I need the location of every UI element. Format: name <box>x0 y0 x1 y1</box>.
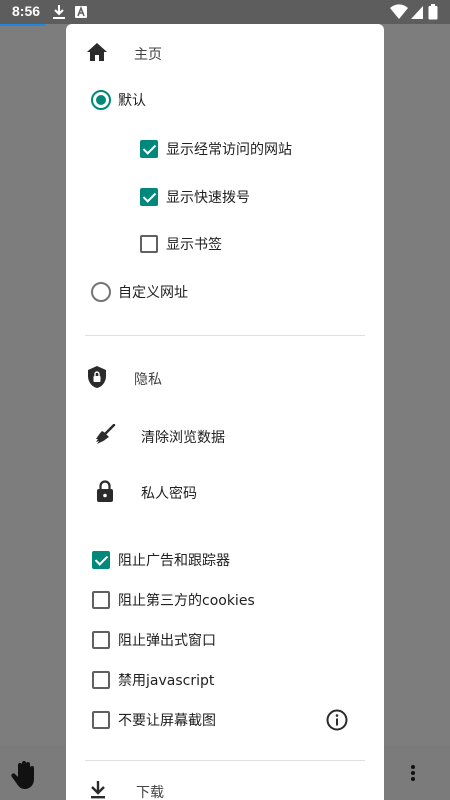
battery-icon <box>428 4 438 24</box>
checkbox-row-bookmarks[interactable]: 显示书签 <box>66 232 384 256</box>
checkbox-disable-javascript[interactable] <box>92 671 110 689</box>
lock-icon <box>95 479 115 507</box>
checkbox-row-block-cookies[interactable]: 阻止第三方的cookies <box>66 588 384 612</box>
wifi-icon <box>390 4 408 24</box>
divider <box>85 335 365 336</box>
clear-browsing-data-label: 清除浏览数据 <box>141 430 225 446</box>
radio-custom-url[interactable] <box>91 282 111 302</box>
download-section-title: 下载 <box>136 785 164 800</box>
radio-custom-row[interactable]: 自定义网址 <box>66 280 384 304</box>
privacy-section-title: 隐私 <box>134 372 162 388</box>
checkbox-no-screenshot[interactable] <box>92 711 110 729</box>
checkbox-label: 阻止弹出式窗口 <box>118 633 216 649</box>
checkbox-label: 阻止广告和跟踪器 <box>118 553 230 569</box>
checkbox-block-ads[interactable] <box>92 551 110 569</box>
radio-default-label: 默认 <box>118 93 146 109</box>
radio-custom-label: 自定义网址 <box>118 285 188 301</box>
settings-dialog: 主页 默认 显示经常访问的网站 显示快速拨号 显示书签 自定义网址 隐私 清除浏… <box>66 24 384 800</box>
hand-icon <box>10 760 38 794</box>
checkbox-row-speed-dial[interactable]: 显示快速拨号 <box>66 185 384 209</box>
radio-default-row[interactable]: 默认 <box>66 88 384 112</box>
home-section-header: 主页 <box>66 42 384 66</box>
checkbox-row-block-ads[interactable]: 阻止广告和跟踪器 <box>66 548 384 572</box>
checkbox-label: 阻止第三方的cookies <box>118 593 255 609</box>
radio-default[interactable] <box>91 90 111 110</box>
status-bar: 8:56 <box>0 0 450 26</box>
progress-line <box>0 24 45 26</box>
checkbox-label: 显示书签 <box>166 237 222 253</box>
private-password-label: 私人密码 <box>141 486 197 502</box>
clear-browsing-data-item[interactable]: 清除浏览数据 <box>66 423 384 450</box>
privacy-section-header: 隐私 <box>66 366 384 392</box>
broom-icon <box>94 423 116 450</box>
checkbox-label: 显示经常访问的网站 <box>166 142 292 158</box>
checkbox-speed-dial[interactable] <box>140 188 158 206</box>
checkbox-label: 不要让屏幕截图 <box>118 713 216 729</box>
checkbox-row-disable-javascript[interactable]: 禁用javascript <box>66 668 384 692</box>
checkbox-block-cookies[interactable] <box>92 591 110 609</box>
info-icon[interactable] <box>326 709 348 735</box>
checkbox-row-no-screenshot[interactable]: 不要让屏幕截图 <box>66 708 384 732</box>
signal-icon <box>410 4 424 24</box>
private-password-item[interactable]: 私人密码 <box>66 480 384 506</box>
more-vert-icon <box>410 764 416 786</box>
download-icon <box>52 4 66 24</box>
a-badge-icon <box>74 4 88 24</box>
checkbox-row-block-popups[interactable]: 阻止弹出式窗口 <box>66 628 384 652</box>
status-time: 8:56 <box>12 3 41 19</box>
download-icon <box>89 780 107 800</box>
checkbox-row-frequent-sites[interactable]: 显示经常访问的网站 <box>66 137 384 161</box>
checkbox-bookmarks[interactable] <box>140 235 158 253</box>
checkbox-label: 显示快速拨号 <box>166 190 250 206</box>
checkbox-block-popups[interactable] <box>92 631 110 649</box>
download-section-header: 下载 <box>66 780 384 800</box>
home-section-title: 主页 <box>134 47 162 63</box>
checkbox-label: 禁用javascript <box>118 673 215 689</box>
divider <box>85 760 365 761</box>
home-icon <box>86 42 108 66</box>
shield-icon <box>87 365 107 393</box>
checkbox-frequent-sites[interactable] <box>140 140 158 158</box>
